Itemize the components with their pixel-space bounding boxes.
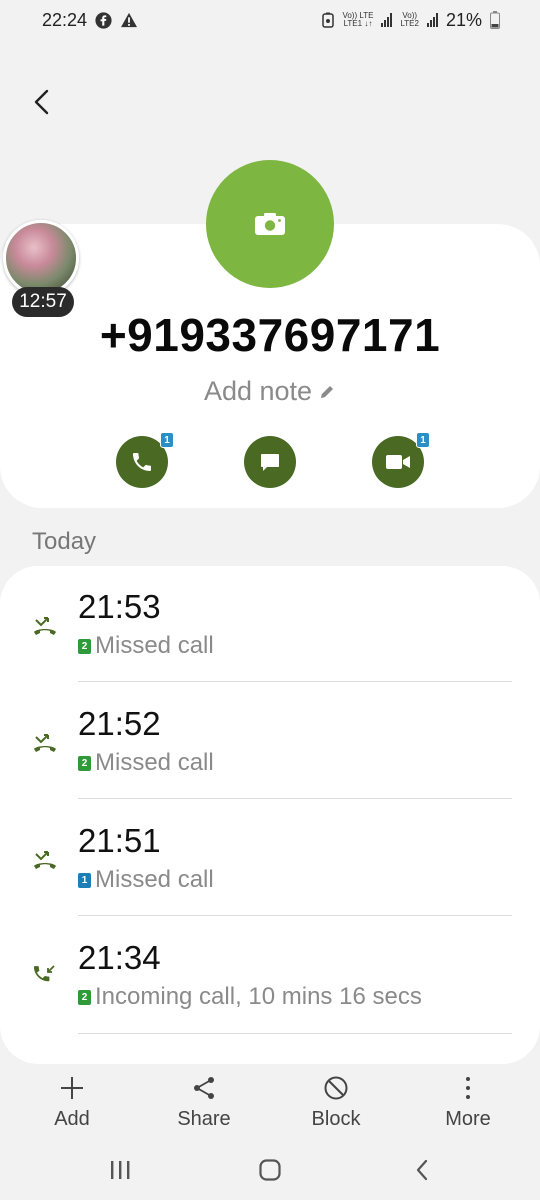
block-button[interactable]: Block bbox=[286, 1070, 386, 1140]
more-label: More bbox=[445, 1108, 491, 1130]
call-log-row[interactable]: 21:51 1 Missed call bbox=[0, 800, 540, 918]
lte1-indicator: Vo)) LTE LTE1 ↓↑ bbox=[342, 11, 374, 28]
lte2-indicator: Vo)) LTE2 bbox=[400, 11, 419, 28]
call-button[interactable]: 1 bbox=[116, 432, 174, 488]
data-saver-icon bbox=[322, 12, 335, 28]
video-call-button[interactable]: 1 bbox=[372, 432, 430, 488]
missed-call-icon bbox=[34, 734, 56, 752]
chevron-left-icon bbox=[34, 89, 49, 115]
status-bar: 22:24 Vo)) LTE LTE1 ↓↑ Vo)) LTE2 21% bbox=[0, 0, 540, 40]
signal-icon-1 bbox=[381, 13, 393, 27]
chevron-left-icon bbox=[416, 1159, 428, 1181]
system-nav-bar bbox=[0, 1140, 540, 1200]
warning-icon bbox=[120, 12, 138, 28]
pencil-icon bbox=[318, 377, 336, 408]
home-button[interactable] bbox=[250, 1154, 290, 1186]
missed-call-icon bbox=[34, 851, 56, 869]
message-button[interactable] bbox=[244, 436, 296, 488]
contact-detail-screen: 22:24 Vo)) LTE LTE1 ↓↑ Vo)) LTE2 21% 12:… bbox=[0, 0, 540, 1200]
divider bbox=[78, 798, 512, 799]
video-camera-icon bbox=[386, 455, 410, 469]
status-time: 22:24 bbox=[42, 9, 88, 30]
call-type-label: Incoming call, 10 mins 16 secs bbox=[95, 983, 422, 1010]
sim-badge: 1 bbox=[160, 432, 174, 448]
call-time: 21:34 bbox=[78, 939, 161, 976]
avatar bbox=[3, 220, 79, 296]
share-label: Share bbox=[177, 1108, 231, 1130]
message-icon bbox=[261, 454, 279, 471]
add-label: Add bbox=[54, 1108, 90, 1130]
more-vertical-icon bbox=[466, 1077, 470, 1099]
call-type-label: Missed call bbox=[95, 866, 214, 893]
call-type-label: Missed call bbox=[95, 749, 214, 776]
call-type-label: Missed call bbox=[95, 632, 214, 659]
add-button[interactable]: Add bbox=[22, 1070, 122, 1140]
incoming-call-icon bbox=[34, 965, 55, 982]
status-right: Vo)) LTE LTE1 ↓↑ Vo)) LTE2 21% bbox=[322, 10, 500, 31]
divider bbox=[78, 915, 512, 916]
call-time: 21:51 bbox=[78, 822, 161, 859]
call-log-row[interactable]: 21:53 2 Missed call bbox=[0, 566, 540, 684]
recent-apps-icon bbox=[111, 1161, 130, 1179]
add-note-button[interactable]: Add note bbox=[0, 376, 540, 408]
status-left: 22:24 bbox=[42, 10, 138, 31]
sim-indicator: 2 bbox=[78, 638, 91, 654]
recent-apps-button[interactable] bbox=[100, 1154, 140, 1186]
call-time: 21:52 bbox=[78, 705, 161, 742]
battery-icon bbox=[490, 11, 500, 29]
add-note-label: Add note bbox=[203, 376, 313, 406]
block-icon bbox=[324, 1076, 348, 1100]
contact-photo[interactable] bbox=[206, 160, 334, 288]
more-button[interactable]: More bbox=[418, 1070, 518, 1140]
call-log-card: 21:53 2 Missed call 21:52 2 Missed call … bbox=[0, 566, 540, 1064]
call-description: 2 Incoming call, 10 mins 16 secs bbox=[78, 983, 422, 1011]
chat-head-bubble[interactable]: 12:57 bbox=[3, 220, 81, 320]
sim-indicator: 2 bbox=[78, 755, 91, 771]
divider bbox=[78, 1033, 512, 1034]
camera-icon bbox=[255, 213, 285, 235]
call-time: 21:53 bbox=[78, 588, 161, 625]
call-description: 1 Missed call bbox=[78, 866, 214, 894]
share-button[interactable]: Share bbox=[154, 1070, 254, 1140]
divider bbox=[78, 681, 512, 682]
share-icon bbox=[194, 1077, 214, 1099]
section-title-today: Today bbox=[32, 528, 97, 555]
nav-back-button[interactable] bbox=[402, 1154, 442, 1186]
signal-icon-2 bbox=[426, 13, 438, 27]
battery-percent: 21% bbox=[445, 9, 482, 30]
sim-indicator: 1 bbox=[78, 872, 91, 888]
sim-indicator: 2 bbox=[78, 989, 91, 1005]
block-label: Block bbox=[311, 1108, 361, 1130]
phone-icon bbox=[133, 453, 151, 471]
facebook-icon bbox=[95, 11, 112, 29]
home-icon bbox=[259, 1159, 281, 1181]
plus-icon bbox=[61, 1077, 83, 1099]
missed-call-icon bbox=[34, 617, 56, 635]
call-description: 2 Missed call bbox=[78, 632, 214, 660]
sim-badge: 1 bbox=[416, 432, 430, 448]
call-log-row[interactable]: 21:52 2 Missed call bbox=[0, 683, 540, 801]
phone-number: +919337697171 bbox=[99, 309, 441, 361]
bottom-action-bar: Add Share Block More bbox=[0, 1070, 540, 1140]
call-description: 2 Missed call bbox=[78, 749, 214, 777]
call-log-row[interactable]: 21:34 2 Incoming call, 10 mins 16 secs bbox=[0, 917, 540, 1035]
back-button[interactable] bbox=[22, 82, 62, 122]
